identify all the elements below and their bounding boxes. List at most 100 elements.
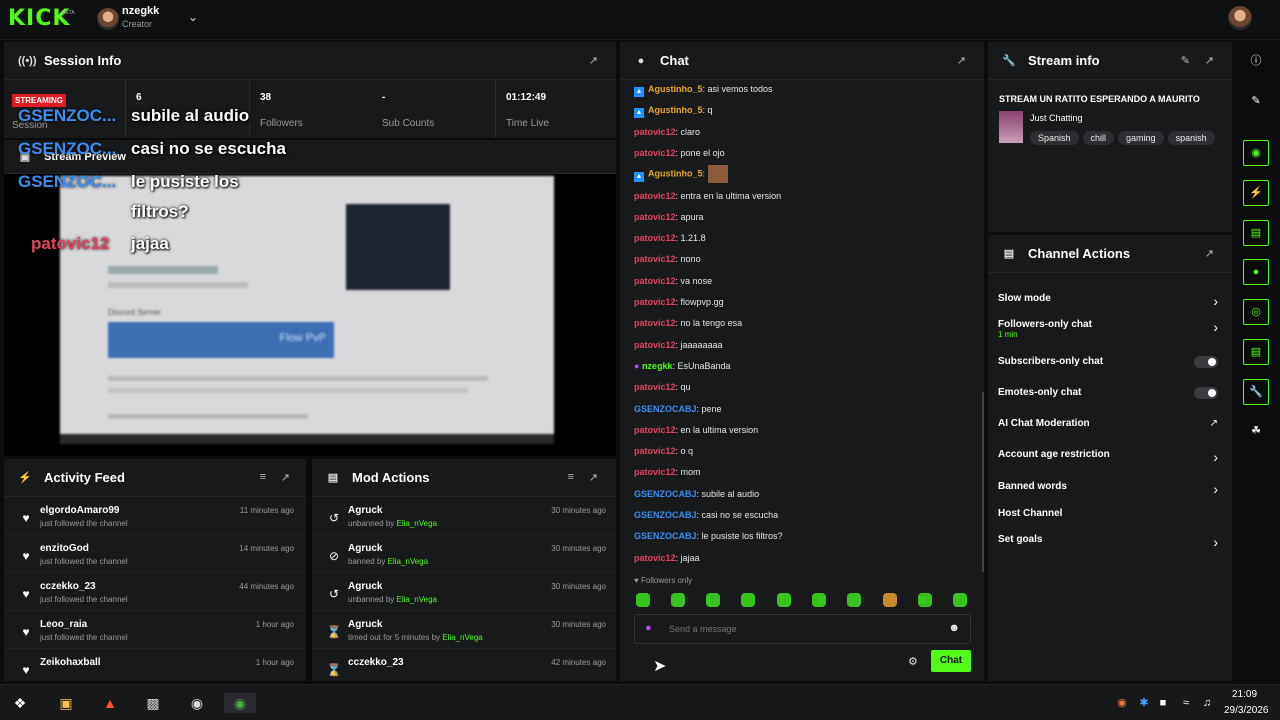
chat-username[interactable]: patovic12 — [634, 553, 676, 563]
chat-message[interactable]: ▲ Agustinho_5: asi vemos todos — [634, 82, 773, 97]
chat-message[interactable]: GSENZOCABJ: casi no se escucha — [634, 508, 778, 522]
banned-words-row[interactable]: Banned words › — [998, 481, 1218, 507]
chat-message[interactable]: patovic12: jajaa — [634, 551, 700, 565]
gear-icon[interactable]: ⚙ — [908, 655, 918, 668]
subscribers-only-toggle[interactable] — [1194, 356, 1218, 368]
follower-name[interactable]: Zeikohaxball — [40, 657, 101, 668]
chat-username[interactable]: patovic12 — [634, 467, 676, 477]
microphone-icon[interactable]: ■ — [1153, 693, 1173, 713]
chat-message[interactable]: patovic12: va nose — [634, 274, 712, 288]
chat-username[interactable]: GSENZOCABJ — [634, 510, 697, 520]
layout-icon[interactable]: ☘ — [1243, 418, 1269, 444]
chat-message[interactable]: patovic12: en la ultima version — [634, 423, 758, 437]
pencil-icon[interactable]: ✎ — [1243, 88, 1269, 114]
user-avatar[interactable] — [97, 8, 119, 30]
chat-username[interactable]: GSENZOCABJ — [634, 489, 697, 499]
mod-target[interactable]: Agruck — [348, 619, 382, 630]
chat-message[interactable]: patovic12: pone el ojo — [634, 146, 725, 160]
filter-icon[interactable]: ≡ — [260, 471, 266, 483]
chat-message[interactable]: patovic12: no la tengo esa — [634, 316, 742, 330]
obs-icon[interactable]: ◉ — [187, 693, 207, 713]
chat-username[interactable]: patovic12 — [634, 212, 676, 222]
follower-name[interactable]: Leoo_raia — [40, 619, 87, 630]
preview-toggle-icon[interactable]: ◎ — [1243, 299, 1269, 325]
file-explorer-icon[interactable]: ▣ — [56, 693, 76, 713]
wifi-icon[interactable]: ≈ — [1176, 693, 1196, 713]
chat-username[interactable]: GSENZOCABJ — [634, 531, 697, 541]
chat-message[interactable]: ● nzegkk: EsUnaBanda — [634, 359, 731, 373]
slow-mode-row[interactable]: Slow mode › — [998, 293, 1218, 319]
followers-only-row[interactable]: Followers-only chat 1 min › — [998, 319, 1218, 345]
chevron-down-icon[interactable]: ⌄ — [188, 10, 198, 24]
tag[interactable]: gaming — [1118, 131, 1164, 145]
chat-username[interactable]: patovic12 — [634, 254, 676, 264]
info-icon[interactable]: ⓘ — [1243, 48, 1269, 74]
popout-icon[interactable]: ↗ — [589, 471, 598, 484]
host-channel-row[interactable]: Host Channel — [998, 508, 1218, 534]
moderator-name[interactable]: Elia_nVega — [388, 557, 428, 566]
chat-message[interactable]: ▲ Agustinho_5: — [634, 165, 728, 184]
brave-browser-icon[interactable]: ▲ — [100, 693, 120, 713]
edit-icon[interactable]: ✎ — [1181, 54, 1190, 67]
popout-icon[interactable]: ↗ — [1205, 54, 1214, 67]
follower-name[interactable]: elgordoAmaro99 — [40, 505, 119, 516]
chat-message[interactable]: GSENZOCABJ: subile al audio — [634, 487, 759, 501]
chat-message[interactable]: patovic12: jaaaaaaaa — [634, 338, 723, 352]
moderator-name[interactable]: Elia_nVega — [397, 519, 437, 528]
chat-input-box[interactable]: ● ☻ — [634, 614, 971, 644]
popout-icon[interactable]: ↗ — [281, 471, 290, 484]
chat-username[interactable]: patovic12 — [634, 127, 676, 137]
clock-time[interactable]: 21:09 — [1232, 689, 1257, 700]
chat-username[interactable]: nzegkk — [642, 361, 673, 371]
filter-icon[interactable]: ≡ — [568, 471, 574, 483]
chat-input[interactable] — [669, 621, 929, 637]
volume-icon[interactable]: ♫ — [1197, 693, 1217, 713]
chat-username[interactable]: Agustinho_5 — [648, 169, 703, 179]
mod-target[interactable]: Agruck — [348, 543, 382, 554]
chat-username[interactable]: Agustinho_5 — [648, 84, 703, 94]
tag[interactable]: chill — [1082, 131, 1115, 145]
chat-message[interactable]: patovic12: nono — [634, 252, 701, 266]
emoji-icon[interactable]: ☻ — [948, 622, 960, 634]
chat-message[interactable]: patovic12: qu — [634, 380, 691, 394]
set-goals-row[interactable]: Set goals › — [998, 534, 1218, 560]
chat-message[interactable]: patovic12: apura — [634, 210, 704, 224]
chat-message[interactable]: GSENZOCABJ: pene — [634, 402, 722, 416]
microphone-icon[interactable]: ● — [645, 622, 652, 634]
chat-username[interactable]: patovic12 — [634, 297, 676, 307]
account-age-row[interactable]: Account age restriction › — [998, 449, 1218, 475]
chat-message[interactable]: patovic12: claro — [634, 125, 700, 139]
follower-name[interactable]: enzitoGod — [40, 543, 89, 554]
chat-username[interactable]: patovic12 — [634, 425, 676, 435]
chat-username[interactable]: patovic12 — [634, 340, 676, 350]
chat-message[interactable]: ▲ Agustinho_5: q — [634, 103, 713, 119]
tag[interactable]: spanish — [1167, 131, 1215, 145]
tray-app-icon[interactable]: ◉ — [1112, 693, 1132, 713]
profile-avatar[interactable] — [1228, 6, 1252, 30]
chat-username[interactable]: patovic12 — [634, 382, 676, 392]
channel-actions-toggle-icon[interactable]: ▤ — [1243, 339, 1269, 365]
chat-username[interactable]: patovic12 — [634, 318, 676, 328]
terminal-icon[interactable]: ▩ — [143, 693, 163, 713]
emotes-only-toggle[interactable] — [1194, 387, 1218, 399]
emote-button[interactable] — [918, 593, 932, 607]
mod-target[interactable]: Agruck — [348, 581, 382, 592]
popout-icon[interactable]: ↗ — [589, 54, 598, 67]
emote-button[interactable] — [777, 593, 791, 607]
emote-button[interactable] — [953, 593, 967, 607]
chat-username[interactable]: patovic12 — [634, 191, 676, 201]
ai-moderation-row[interactable]: AI Chat Moderation ↗ — [998, 418, 1218, 444]
moderator-name[interactable]: Elia_nVega — [397, 595, 437, 604]
chat-username[interactable]: patovic12 — [634, 233, 676, 243]
chat-username[interactable]: patovic12 — [634, 446, 676, 456]
chat-message[interactable]: patovic12: o q — [634, 444, 693, 458]
chat-message[interactable]: patovic12: 1.21.8 — [634, 231, 706, 245]
emote-button[interactable] — [706, 593, 720, 607]
chat-message[interactable]: patovic12: entra en la ultima version — [634, 189, 781, 203]
popout-icon[interactable]: ↗ — [1205, 247, 1214, 260]
chat-message[interactable]: patovic12: mom — [634, 465, 701, 479]
chat-username[interactable]: patovic12 — [634, 148, 676, 158]
bluetooth-icon[interactable]: ✱ — [1134, 693, 1154, 713]
mod-target[interactable]: Agruck — [348, 505, 382, 516]
follower-name[interactable]: cczekko_23 — [40, 581, 96, 592]
